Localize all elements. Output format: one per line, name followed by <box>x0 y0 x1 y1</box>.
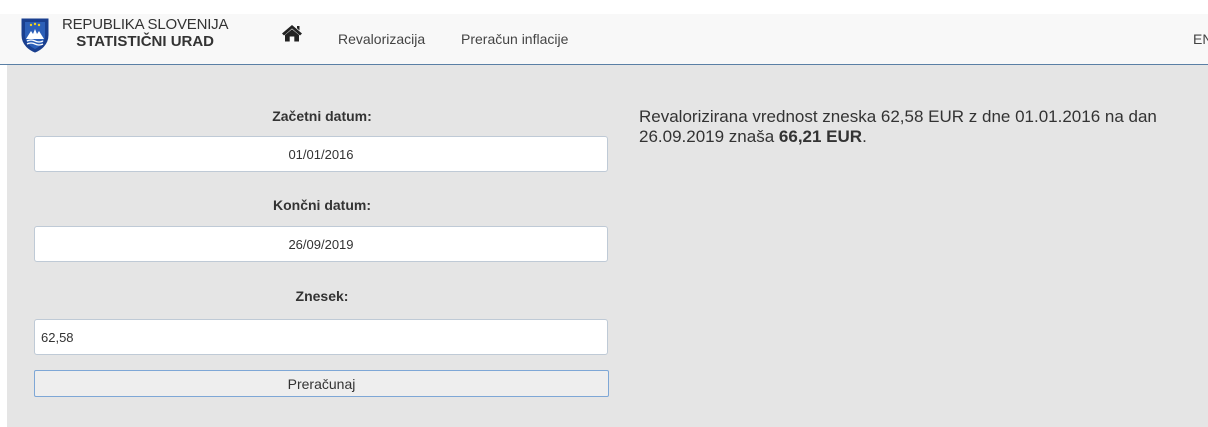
end-date-label: Končni datum: <box>273 197 371 213</box>
start-date-input[interactable] <box>34 136 608 172</box>
nav-revalorizacija[interactable]: Revalorizacija <box>338 31 425 47</box>
result-amount: 66,21 EUR <box>778 127 863 146</box>
header-bar: REPUBLIKA SLOVENIJA STATISTIČNI URAD Rev… <box>0 14 1208 65</box>
result-text-before: Revalorizirana vrednost zneska 62,58 EUR… <box>639 107 1157 146</box>
language-switch[interactable]: EN <box>1193 31 1208 47</box>
result-text-after: . <box>862 127 867 146</box>
nav-preracun-inflacije[interactable]: Preračun inflacije <box>461 31 568 47</box>
calculate-button[interactable]: Preračunaj <box>34 370 609 397</box>
start-date-label: Začetni datum: <box>272 108 372 124</box>
brand[interactable]: REPUBLIKA SLOVENIJA STATISTIČNI URAD <box>62 16 228 50</box>
end-date-input[interactable] <box>34 226 608 262</box>
amount-label: Znesek: <box>295 288 349 304</box>
slovenia-coat-of-arms-icon[interactable] <box>20 17 50 53</box>
result-text: Revalorizirana vrednost zneska 62,58 EUR… <box>639 107 1199 147</box>
brand-line2: STATISTIČNI URAD <box>76 33 215 50</box>
amount-input[interactable] <box>34 319 608 355</box>
home-icon[interactable] <box>281 24 303 42</box>
brand-line1: REPUBLIKA SLOVENIJA <box>62 16 229 33</box>
